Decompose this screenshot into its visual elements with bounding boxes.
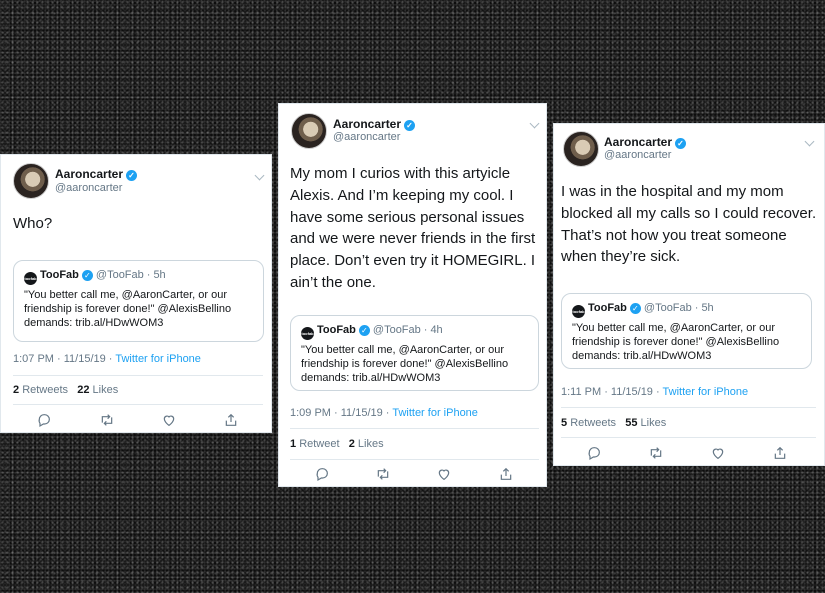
quote-author-name: TooFab bbox=[588, 302, 627, 314]
display-name[interactable]: Aaroncarter ✓ bbox=[333, 117, 416, 131]
tweet-timestamp: 1:09 PM · 11/15/19 · Twitter for iPhone bbox=[290, 407, 478, 419]
verified-icon: ✓ bbox=[81, 270, 93, 281]
divider bbox=[561, 437, 816, 438]
quote-text: "You better call me, @AaronCarter, or ou… bbox=[24, 289, 232, 329]
action-bar bbox=[1, 412, 273, 432]
quote-time: 4h bbox=[430, 324, 443, 336]
toofab-logo: toofab bbox=[301, 327, 314, 340]
retweet-icon[interactable] bbox=[99, 412, 115, 428]
reply-icon[interactable] bbox=[586, 445, 602, 461]
source-link[interactable]: Twitter for iPhone bbox=[392, 407, 478, 419]
toofab-logo: toofab bbox=[572, 305, 585, 318]
handle[interactable]: @aaroncarter bbox=[333, 131, 400, 143]
tweet-card-2: Aaroncarter ✓ @aaroncarter My mom I curio… bbox=[278, 103, 547, 487]
tweet-timestamp: 1:07 PM · 11/15/19 · Twitter for iPhone bbox=[13, 353, 201, 365]
share-icon[interactable] bbox=[772, 445, 788, 461]
source-link[interactable]: Twitter for iPhone bbox=[663, 386, 749, 398]
like-count[interactable]: 22 bbox=[77, 384, 89, 396]
like-icon[interactable] bbox=[710, 445, 726, 461]
retweet-count[interactable]: 1 bbox=[290, 438, 296, 450]
like-count[interactable]: 2 bbox=[349, 438, 355, 450]
retweet-icon[interactable] bbox=[648, 445, 664, 461]
tweet-stats: 5 Retweets 55 Likes bbox=[561, 417, 666, 429]
quote-author-name: TooFab bbox=[40, 269, 79, 281]
share-icon[interactable] bbox=[223, 412, 239, 428]
chevron-down-icon[interactable] bbox=[804, 136, 815, 147]
retweet-label[interactable]: Retweets bbox=[570, 417, 616, 429]
retweet-icon[interactable] bbox=[375, 466, 391, 482]
tweet-stats: 2 Retweets 22 Likes bbox=[13, 384, 118, 396]
handle[interactable]: @aaroncarter bbox=[604, 149, 671, 161]
share-icon[interactable] bbox=[498, 466, 514, 482]
avatar[interactable] bbox=[291, 113, 327, 149]
verified-icon: ✓ bbox=[126, 170, 138, 181]
like-count[interactable]: 55 bbox=[625, 417, 637, 429]
like-label[interactable]: Likes bbox=[641, 417, 667, 429]
retweet-count[interactable]: 5 bbox=[561, 417, 567, 429]
verified-icon: ✓ bbox=[675, 138, 687, 149]
avatar[interactable] bbox=[563, 131, 599, 167]
divider bbox=[13, 375, 263, 376]
toofab-logo: toofab bbox=[24, 272, 37, 285]
quoted-tweet[interactable]: toofab TooFab ✓ @TooFab · 4h "You better call… bbox=[290, 315, 539, 391]
quoted-tweet[interactable]: toofab TooFab ✓ @TooFab · 5h "You better call… bbox=[13, 260, 264, 342]
handle[interactable]: @aaroncarter bbox=[55, 182, 122, 194]
retweet-label[interactable]: Retweet bbox=[299, 438, 339, 450]
tweet-stats: 1 Retweet 2 Likes bbox=[290, 438, 384, 450]
tweet-text: Who? bbox=[13, 215, 53, 232]
reply-icon[interactable] bbox=[314, 466, 330, 482]
like-label[interactable]: Likes bbox=[358, 438, 384, 450]
quote-time: 5h bbox=[701, 302, 714, 314]
action-bar bbox=[279, 466, 548, 486]
tweet-card-3: Aaroncarter ✓ @aaroncarter I was in the h… bbox=[553, 123, 825, 466]
verified-icon: ✓ bbox=[404, 120, 416, 131]
chevron-down-icon[interactable] bbox=[254, 170, 265, 181]
divider bbox=[290, 428, 539, 429]
verified-icon: ✓ bbox=[358, 325, 370, 336]
quote-author-name: TooFab bbox=[317, 324, 356, 336]
avatar[interactable] bbox=[13, 163, 49, 199]
action-bar bbox=[554, 445, 825, 465]
tweet-text: I was in the hospital and my mom blocked… bbox=[561, 183, 817, 266]
divider bbox=[13, 404, 263, 405]
divider bbox=[561, 407, 816, 408]
like-icon[interactable] bbox=[436, 466, 452, 482]
collage-background: { "colors": {"accent": "#1da1f2", "text"… bbox=[0, 0, 825, 593]
like-icon[interactable] bbox=[161, 412, 177, 428]
quote-text: "You better call me, @AaronCarter, or ou… bbox=[572, 322, 780, 362]
display-name[interactable]: Aaroncarter ✓ bbox=[604, 135, 687, 149]
source-link[interactable]: Twitter for iPhone bbox=[115, 353, 201, 365]
quote-time: 5h bbox=[153, 269, 166, 281]
reply-icon[interactable] bbox=[36, 412, 52, 428]
retweet-label[interactable]: Retweets bbox=[22, 384, 68, 396]
quoted-tweet[interactable]: toofab TooFab ✓ @TooFab · 5h "You better call… bbox=[561, 293, 812, 369]
like-label[interactable]: Likes bbox=[93, 384, 119, 396]
quote-handle: @TooFab bbox=[643, 302, 692, 314]
retweet-count[interactable]: 2 bbox=[13, 384, 19, 396]
verified-icon: ✓ bbox=[629, 303, 641, 314]
divider bbox=[290, 459, 539, 460]
quote-handle: @TooFab bbox=[372, 324, 421, 336]
tweet-text: My mom I curios with this artyicle Alexi… bbox=[290, 165, 536, 291]
chevron-down-icon[interactable] bbox=[529, 118, 540, 129]
quote-text: "You better call me, @AaronCarter, or ou… bbox=[301, 344, 509, 384]
tweet-card-1: Aaroncarter ✓ @aaroncarter Who? toofab Too… bbox=[0, 154, 272, 433]
display-name[interactable]: Aaroncarter ✓ bbox=[55, 167, 138, 181]
tweet-timestamp: 1:11 PM · 11/15/19 · Twitter for iPhone bbox=[561, 386, 749, 398]
quote-handle: @TooFab bbox=[95, 269, 144, 281]
